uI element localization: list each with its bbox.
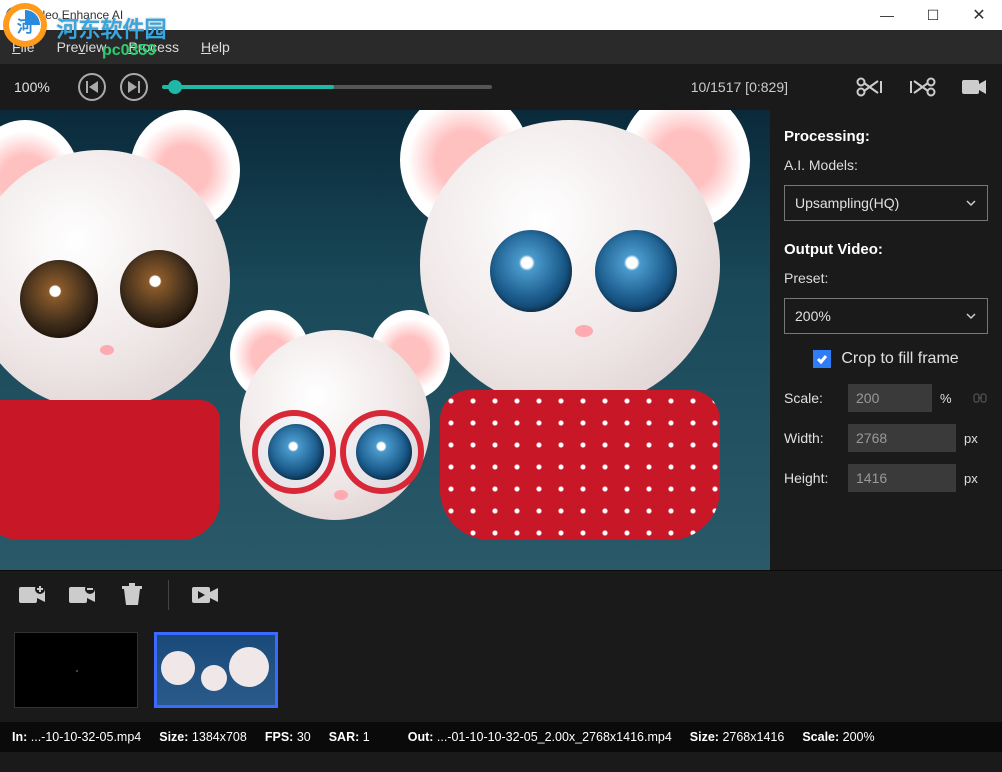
menu-preview[interactable]: Preview	[57, 39, 107, 55]
toolbar-divider	[168, 580, 169, 610]
model-dropdown[interactable]: Upsampling(HQ)	[784, 185, 988, 221]
video-preview[interactable]	[0, 110, 770, 570]
crop-checkbox[interactable]	[813, 350, 831, 368]
status-size-label: Size:	[159, 730, 188, 744]
lower-toolbar	[0, 570, 1002, 618]
height-unit: px	[964, 471, 988, 486]
thumbnail-selected[interactable]	[154, 632, 278, 708]
status-scale-label: Scale:	[802, 730, 839, 744]
width-unit: px	[964, 431, 988, 446]
thumbnail-empty[interactable]	[14, 632, 138, 708]
remove-video-button[interactable]	[68, 583, 96, 607]
width-input[interactable]: 2768	[848, 424, 956, 452]
models-label: A.I. Models:	[784, 157, 988, 173]
scale-label: Scale:	[784, 390, 840, 406]
link-icon[interactable]	[972, 390, 988, 406]
status-bar: In: ...-10-10-32-05.mp4 Size: 1384x708 F…	[0, 722, 1002, 752]
status-in-file: ...-10-10-32-05.mp4	[31, 730, 141, 744]
status-scale: 200%	[843, 730, 875, 744]
status-in-size: 1384x708	[192, 730, 247, 744]
preview-scene	[0, 110, 770, 570]
model-value: Upsampling(HQ)	[795, 195, 899, 211]
main-area: Processing: A.I. Models: Upsampling(HQ) …	[0, 110, 1002, 570]
processing-title: Processing:	[784, 128, 988, 145]
prev-frame-button[interactable]	[78, 73, 106, 101]
app-icon	[6, 7, 22, 23]
status-outsize-label: Size:	[690, 730, 719, 744]
next-frame-button[interactable]	[120, 73, 148, 101]
status-out-size: 2768x1416	[722, 730, 784, 744]
width-label: Width:	[784, 430, 840, 446]
height-label: Height:	[784, 470, 840, 486]
menu-process[interactable]: Process	[128, 39, 179, 55]
menu-file[interactable]: File	[12, 39, 35, 55]
status-out-file: ...-01-10-10-32-05_2.00x_2768x1416.mp4	[437, 730, 672, 744]
timeline-slider[interactable]	[162, 85, 492, 89]
toolbar: 100% 10/1517 [0:829]	[0, 64, 1002, 110]
scale-input[interactable]: 200	[848, 384, 932, 412]
menu-help[interactable]: Help	[201, 39, 230, 55]
menubar: File Preview Process Help	[0, 30, 1002, 64]
output-title: Output Video:	[784, 241, 988, 258]
side-panel: Processing: A.I. Models: Upsampling(HQ) …	[770, 110, 1002, 570]
process-button[interactable]	[191, 583, 219, 607]
status-fps: 30	[297, 730, 311, 744]
preset-value: 200%	[795, 308, 831, 324]
chevron-down-icon	[965, 310, 977, 322]
window-title: Video Enhance AI	[28, 8, 864, 22]
status-fps-label: FPS:	[265, 730, 293, 744]
preset-label: Preset:	[784, 270, 988, 286]
scale-unit: %	[940, 391, 964, 406]
chevron-down-icon	[965, 197, 977, 209]
close-button[interactable]: ✕	[956, 0, 1002, 30]
delete-button[interactable]	[118, 583, 146, 607]
preset-dropdown[interactable]: 200%	[784, 298, 988, 334]
crop-label: Crop to fill frame	[841, 350, 958, 368]
camera-icon[interactable]	[960, 77, 988, 97]
thumbnail-strip	[0, 618, 1002, 722]
status-out-label: Out:	[408, 730, 434, 744]
height-input[interactable]: 1416	[848, 464, 956, 492]
zoom-level[interactable]: 100%	[14, 79, 64, 95]
add-video-button[interactable]	[18, 583, 46, 607]
maximize-button[interactable]: ☐	[910, 0, 956, 30]
status-sar-label: SAR:	[329, 730, 360, 744]
cut-end-icon[interactable]	[908, 77, 936, 97]
titlebar: Video Enhance AI — ☐ ✕	[0, 0, 1002, 30]
status-in-label: In:	[12, 730, 27, 744]
status-sar: 1	[363, 730, 370, 744]
minimize-button[interactable]: —	[864, 0, 910, 30]
frame-counter: 10/1517 [0:829]	[691, 79, 788, 95]
cut-start-icon[interactable]	[856, 77, 884, 97]
